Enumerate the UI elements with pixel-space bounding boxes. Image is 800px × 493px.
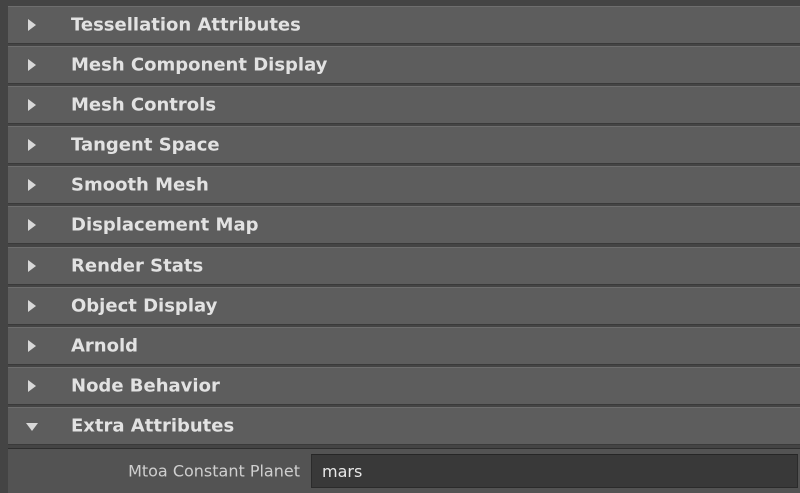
section-label: Mesh Controls <box>71 94 217 116</box>
section-header-mesh-controls[interactable]: Mesh Controls <box>8 86 800 124</box>
section-header-object-display[interactable]: Object Display <box>8 287 800 325</box>
mtoa-constant-planet-field[interactable] <box>311 454 798 488</box>
section-header-render-stats[interactable]: Render Stats <box>8 247 800 285</box>
section-label: Smooth Mesh <box>71 174 209 196</box>
section-label: Render Stats <box>71 255 204 277</box>
section-header-extra-attributes[interactable]: Extra Attributes <box>8 407 800 445</box>
section-label: Mesh Component Display <box>71 54 328 76</box>
triangle-down-icon[interactable] <box>26 423 38 431</box>
section-header-mesh-component-display[interactable]: Mesh Component Display <box>8 46 800 84</box>
section-header-smooth-mesh[interactable]: Smooth Mesh <box>8 166 800 204</box>
section-header-node-behavior[interactable]: Node Behavior <box>8 367 800 405</box>
section-label: Tessellation Attributes <box>71 14 301 36</box>
section-header-tessellation-attributes[interactable]: Tessellation Attributes <box>8 6 800 44</box>
triangle-right-icon[interactable] <box>28 300 36 312</box>
attribute-editor-panel: Tessellation Attributes Mesh Component D… <box>0 0 800 493</box>
section-label: Object Display <box>71 295 218 317</box>
attribute-label: Mtoa Constant Planet <box>128 461 300 481</box>
triangle-right-icon[interactable] <box>28 219 36 231</box>
section-header-arnold[interactable]: Arnold <box>8 327 800 365</box>
triangle-right-icon[interactable] <box>28 340 36 352</box>
triangle-right-icon[interactable] <box>28 139 36 151</box>
section-label: Tangent Space <box>71 134 220 156</box>
section-label: Extra Attributes <box>71 415 235 437</box>
triangle-right-icon[interactable] <box>28 59 36 71</box>
section-label: Displacement Map <box>71 214 259 236</box>
attribute-row-mtoa-constant-planet: Mtoa Constant Planet <box>8 448 800 493</box>
triangle-right-icon[interactable] <box>28 260 36 272</box>
triangle-right-icon[interactable] <box>28 19 36 31</box>
triangle-right-icon[interactable] <box>28 179 36 191</box>
triangle-right-icon[interactable] <box>28 99 36 111</box>
section-header-displacement-map[interactable]: Displacement Map <box>8 206 800 244</box>
section-header-tangent-space[interactable]: Tangent Space <box>8 126 800 164</box>
triangle-right-icon[interactable] <box>28 380 36 392</box>
section-label: Node Behavior <box>71 375 220 397</box>
section-label: Arnold <box>71 335 139 357</box>
